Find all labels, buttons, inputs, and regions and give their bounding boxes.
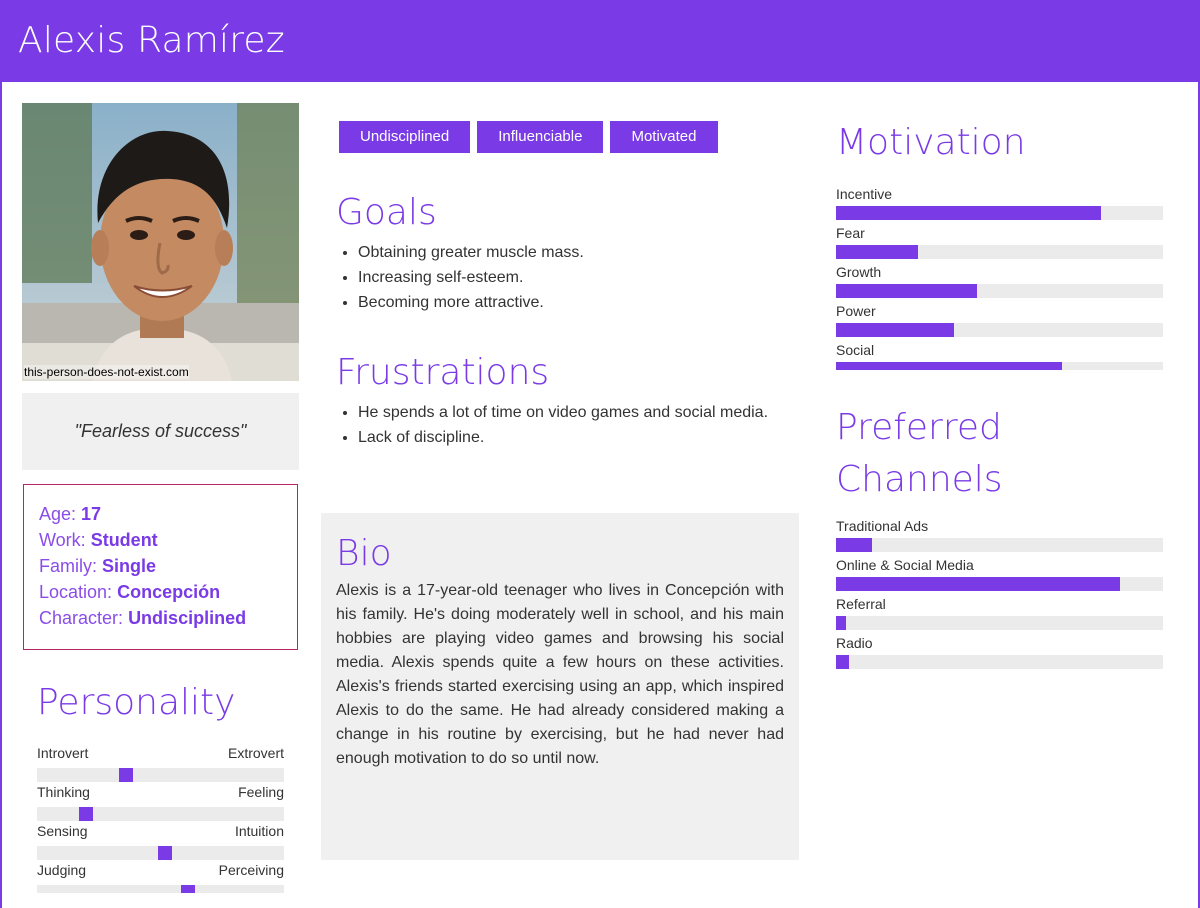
motivation-fear: Fear: [836, 225, 1163, 263]
bar-label: Radio: [836, 635, 873, 651]
channel-radio: Radio: [836, 635, 1163, 673]
goals-heading: Goals: [336, 192, 437, 233]
persona-quote: "Fearless of success": [22, 393, 299, 470]
tag-undisciplined: Undisciplined: [339, 121, 471, 153]
trait-marker: [119, 768, 133, 782]
motivation-heading: Motivation: [836, 122, 1026, 163]
trait-judging-perceiving: Judging Perceiving: [37, 862, 284, 901]
bar-fill: [836, 245, 918, 259]
motivation-social: Social: [836, 342, 1163, 380]
facts-card: Age: 17 Work: Student Family: Single Loc…: [23, 484, 298, 650]
frustrations-heading: Frustrations: [336, 352, 550, 393]
bar-fill: [836, 206, 1101, 220]
bar-label: Social: [836, 342, 875, 358]
tag-influenciable: Influenciable: [477, 121, 604, 153]
bar-label: Online & Social Media: [836, 557, 974, 573]
bar-track: [836, 284, 1163, 298]
bar-fill: [836, 616, 846, 630]
channel-online-social: Online & Social Media: [836, 557, 1163, 595]
bar-fill: [836, 577, 1121, 591]
channels-heading: Preferred Channels: [836, 407, 1003, 500]
trait-sensing-intuition: Sensing Intuition: [37, 823, 284, 862]
trait-track: [37, 885, 284, 893]
frustrations-list: He spends a lot of time on video games a…: [358, 400, 768, 450]
bar-track: [836, 245, 1163, 259]
bar-label: Referral: [836, 596, 886, 612]
fact-age: Age: 17: [39, 504, 102, 524]
bar-fill: [836, 362, 1062, 370]
bar-label: Fear: [836, 225, 865, 241]
motivation-power: Power: [836, 303, 1163, 341]
bar-label: Power: [836, 303, 876, 319]
bar-label: Growth: [836, 264, 882, 280]
trait-marker: [181, 885, 195, 893]
motivation-incentive: Incentive: [836, 186, 1163, 224]
trait-left-label: Thinking: [37, 784, 90, 800]
trait-right-label: Perceiving: [218, 862, 284, 878]
bar-track: [836, 323, 1163, 337]
portrait-illustration: [22, 103, 299, 381]
bar-track: [836, 362, 1163, 370]
bar-track: [836, 538, 1163, 552]
tag-list: Undisciplined Influenciable Motivated: [339, 121, 718, 153]
list-item: Increasing self-esteem.: [358, 265, 778, 290]
bar-track: [836, 206, 1163, 220]
trait-left-label: Sensing: [37, 823, 88, 839]
bar-track: [836, 577, 1163, 591]
list-item: Lack of discipline.: [358, 425, 768, 450]
bar-fill: [836, 284, 977, 298]
fact-family: Family: Single: [39, 556, 157, 576]
bio-heading: Bio: [336, 533, 392, 574]
bar-label: Traditional Ads: [836, 518, 929, 534]
bar-label: Incentive: [836, 186, 893, 202]
tag-motivated: Motivated: [610, 121, 718, 153]
channel-traditional-ads: Traditional Ads: [836, 518, 1163, 556]
fact-work: Work: Student: [39, 530, 158, 550]
bar-fill: [836, 538, 872, 552]
bar-fill: [836, 655, 850, 669]
motivation-growth: Growth: [836, 264, 1163, 302]
photo-credit: this-person-does-not-exist.com: [24, 365, 189, 379]
bar-track: [836, 616, 1163, 630]
trait-track: [37, 846, 284, 860]
list-item: Becoming more attractive.: [358, 290, 778, 315]
fact-character: Character: Undisciplined: [39, 608, 247, 628]
bar-track: [836, 655, 1163, 669]
bio-text: Alexis is a 17-year-old teenager who liv…: [336, 582, 784, 767]
trait-introvert-extrovert: Introvert Extrovert: [37, 745, 284, 784]
personality-heading: Personality: [37, 682, 236, 723]
goals-list: Obtaining greater muscle mass. Increasin…: [358, 240, 778, 315]
trait-right-label: Intuition: [234, 823, 284, 839]
trait-left-label: Introvert: [37, 745, 89, 761]
bar-fill: [836, 323, 954, 337]
trait-right-label: Feeling: [238, 784, 284, 800]
trait-right-label: Extrovert: [227, 745, 284, 761]
list-item: He spends a lot of time on video games a…: [358, 400, 768, 425]
trait-track: [37, 807, 284, 821]
fact-location: Location: Concepción: [39, 582, 221, 602]
header-bar: Alexis Ramírez: [0, 0, 1200, 82]
list-item: Obtaining greater muscle mass.: [358, 240, 778, 265]
persona-name: Alexis Ramírez: [18, 20, 285, 61]
persona-photo: this-person-does-not-exist.com: [22, 103, 299, 381]
channel-referral: Referral: [836, 596, 1163, 634]
trait-track: [37, 768, 284, 782]
trait-left-label: Judging: [37, 862, 87, 878]
trait-thinking-feeling: Thinking Feeling: [37, 784, 284, 823]
trait-marker: [158, 846, 172, 860]
trait-marker: [79, 807, 93, 821]
